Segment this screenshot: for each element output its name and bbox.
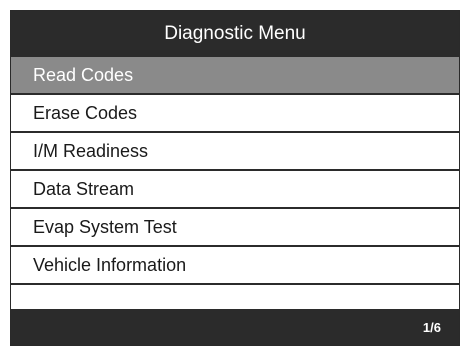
diagnostic-menu: Read Codes Erase Codes I/M Readiness Dat… xyxy=(11,57,459,323)
menu-item-vehicle-information[interactable]: Vehicle Information xyxy=(11,247,459,285)
menu-item-label: Data Stream xyxy=(33,178,135,199)
page-title: Diagnostic Menu xyxy=(164,23,306,44)
scan-tool-screen: Diagnostic Menu Read Codes Erase Codes I… xyxy=(10,10,460,346)
menu-item-data-stream[interactable]: Data Stream xyxy=(11,171,459,209)
menu-item-label: Erase Codes xyxy=(33,102,138,123)
menu-item-erase-codes[interactable]: Erase Codes xyxy=(11,95,459,133)
menu-item-label: Vehicle Information xyxy=(33,254,187,275)
menu-item-label: Read Codes xyxy=(33,64,134,85)
title-bar: Diagnostic Menu xyxy=(11,11,459,57)
page-indicator: 1/6 xyxy=(422,319,441,335)
menu-item-read-codes[interactable]: Read Codes xyxy=(11,57,459,95)
menu-item-label: Evap System Test xyxy=(33,216,177,237)
menu-item-evap-system-test[interactable]: Evap System Test xyxy=(11,209,459,247)
menu-item-label: I/M Readiness xyxy=(33,140,149,161)
status-bar: 1/6 xyxy=(11,309,459,345)
menu-item-im-readiness[interactable]: I/M Readiness xyxy=(11,133,459,171)
